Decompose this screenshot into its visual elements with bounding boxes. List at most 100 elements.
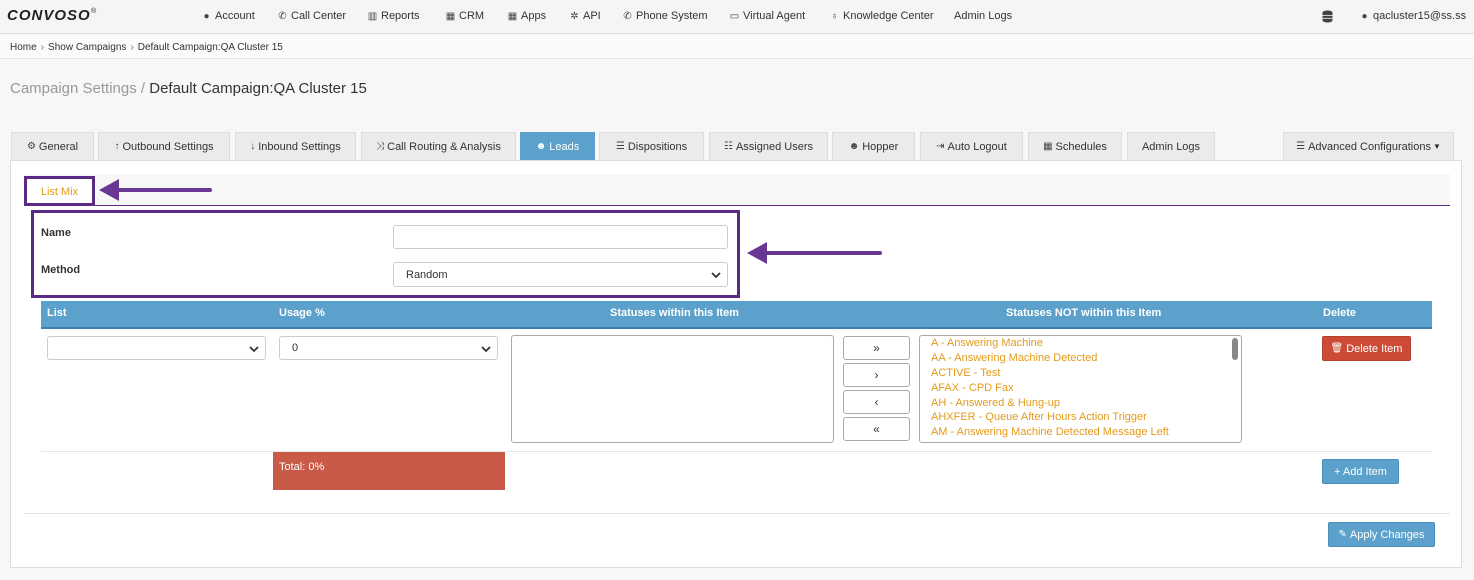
nav-reports[interactable]: ▥ Reports bbox=[367, 10, 420, 22]
listbox-scrollbar[interactable] bbox=[1232, 338, 1238, 360]
users-icon: ☻ bbox=[848, 141, 860, 152]
name-label: Name bbox=[41, 227, 71, 239]
tab-dispositions[interactable]: ☰ Dispositions bbox=[599, 132, 704, 160]
nav-admin-logs-label: Admin Logs bbox=[954, 10, 1013, 22]
nav-reports-label: Reports bbox=[381, 10, 420, 22]
nav-api-label: API bbox=[583, 10, 601, 22]
usage-select[interactable]: 0 bbox=[279, 336, 498, 360]
tab-leads[interactable]: ☻ Leads bbox=[520, 132, 595, 160]
lightbulb-icon: ♁ bbox=[830, 11, 839, 22]
nav-crm[interactable]: ▦ CRM bbox=[445, 10, 484, 22]
nav-call-center[interactable]: ✆ Call Center bbox=[277, 10, 346, 22]
tab-label: Assigned Users bbox=[735, 140, 813, 153]
nav-phone-system-label: Phone System bbox=[636, 10, 708, 22]
delete-item-label: Delete Item bbox=[1346, 342, 1403, 355]
tab-hopper[interactable]: ☻ Hopper bbox=[832, 132, 915, 160]
gear-icon: ✲ bbox=[570, 11, 579, 22]
move-right-button[interactable]: › bbox=[843, 363, 910, 387]
add-item-button[interactable]: + Add Item bbox=[1322, 459, 1399, 484]
chevron-down-icon bbox=[481, 346, 491, 353]
tab-label: Hopper bbox=[862, 140, 899, 153]
footer-divider bbox=[24, 513, 1450, 514]
nav-admin-logs[interactable]: Admin Logs bbox=[954, 10, 1012, 22]
gears-icon: ⚙ bbox=[26, 141, 36, 152]
status-option[interactable]: ACTIVE - Test bbox=[931, 367, 1000, 379]
table-icon: ▦ bbox=[445, 11, 456, 22]
breadcrumb-current: Default Campaign:QA Cluster 15 bbox=[137, 42, 283, 53]
arrow-up-icon: ↑ bbox=[114, 141, 120, 152]
annotation-arrow-shaft bbox=[765, 251, 882, 255]
list-icon: ☰ bbox=[1296, 141, 1306, 152]
logo[interactable]: CONVOSO bbox=[7, 7, 91, 24]
row-divider bbox=[41, 451, 1432, 452]
move-left-button[interactable]: ‹ bbox=[843, 390, 910, 414]
tab-label: Leads bbox=[549, 140, 580, 153]
tab-advanced-configurations[interactable]: ☰ Advanced Configurations ▼ bbox=[1283, 132, 1454, 160]
nav-account[interactable]: ● Account bbox=[201, 10, 254, 22]
tab-label: General bbox=[38, 140, 79, 153]
move-all-left-button[interactable]: « bbox=[843, 417, 910, 441]
usage-select-value: 0 bbox=[292, 342, 299, 354]
tab-auto-logout[interactable]: ⇥ Auto Logout bbox=[920, 132, 1023, 160]
annotation-arrow-head bbox=[99, 179, 119, 201]
header-delete: Delete bbox=[1323, 307, 1357, 319]
list-select[interactable] bbox=[47, 336, 266, 360]
tab-admin-logs[interactable]: Admin Logs bbox=[1127, 132, 1215, 160]
tab-general[interactable]: ⚙ General bbox=[11, 132, 94, 160]
phone-icon: ✆ bbox=[278, 11, 287, 22]
nav-apps[interactable]: ▦ Apps bbox=[507, 10, 546, 22]
page-title-campaign: Default Campaign:QA Cluster 15 bbox=[149, 80, 367, 97]
delete-item-button[interactable]: 🗑︎ Delete Item bbox=[1322, 336, 1411, 361]
tab-label: Admin Logs bbox=[1141, 140, 1201, 153]
status-option[interactable]: AFAX - CPD Fax bbox=[931, 382, 1014, 394]
table-header-underline bbox=[41, 327, 1432, 329]
apply-changes-button[interactable]: ✎ Apply Changes bbox=[1328, 522, 1435, 547]
header-statuses-not-within: Statuses NOT within this Item bbox=[1006, 307, 1162, 319]
status-option[interactable]: AA - Answering Machine Detected bbox=[931, 352, 1097, 364]
name-input[interactable] bbox=[393, 225, 728, 249]
header-statuses-within: Statuses within this Item bbox=[610, 307, 739, 319]
chevron-down-icon bbox=[711, 272, 721, 279]
status-option[interactable]: AM - Answering Machine Detected Message … bbox=[931, 426, 1169, 438]
top-navbar: CONVOSO ® ● Account ✆ Call Center ▥ Reports… bbox=[0, 0, 1474, 34]
tab-inbound-settings[interactable]: ↓ Inbound Settings bbox=[235, 132, 356, 160]
nav-api[interactable]: ✲ API bbox=[569, 10, 601, 22]
list-icon: ☰ bbox=[615, 141, 625, 152]
user-icon: ● bbox=[1361, 11, 1368, 22]
status-option[interactable]: AHXFER - Queue After Hours Action Trigge… bbox=[931, 411, 1147, 423]
database-icon[interactable] bbox=[1322, 10, 1333, 23]
nav-call-center-label: Call Center bbox=[291, 10, 347, 22]
nav-knowledge-center[interactable]: ♁ Knowledge Center bbox=[829, 10, 934, 22]
method-select-value: Random bbox=[406, 268, 448, 281]
breadcrumb-home[interactable]: Home bbox=[10, 42, 37, 53]
trash-icon: 🗑︎ bbox=[1330, 343, 1344, 354]
user-menu[interactable]: ● qacluster15@ss.ss bbox=[1359, 10, 1466, 22]
annotation-arrow-shaft bbox=[115, 188, 212, 192]
tab-label: Dispositions bbox=[627, 140, 688, 153]
breadcrumb: Home › Show Campaigns › Default Campaign:QA … bbox=[10, 42, 283, 53]
nav-virtual-agent[interactable]: ▭ Virtual Agent bbox=[729, 10, 805, 22]
nav-knowledge-center-label: Knowledge Center bbox=[843, 10, 934, 22]
usage-total-badge: Total: 0% bbox=[273, 452, 505, 490]
annotation-arrow-head bbox=[747, 242, 767, 264]
header-usage: Usage % bbox=[279, 307, 325, 319]
status-option[interactable]: AH - Answered & Hung-up bbox=[931, 397, 1060, 409]
tab-assigned-users[interactable]: ☷ Assigned Users bbox=[709, 132, 828, 160]
tab-label: Auto Logout bbox=[947, 140, 1007, 153]
breadcrumb-show-campaigns[interactable]: Show Campaigns bbox=[48, 42, 126, 53]
statuses-within-listbox[interactable] bbox=[511, 335, 834, 443]
tab-label: Inbound Settings bbox=[258, 140, 341, 153]
tab-outbound-settings[interactable]: ↑ Outbound Settings bbox=[98, 132, 230, 160]
method-select[interactable]: Random bbox=[393, 262, 728, 287]
tab-schedules[interactable]: ▦ Schedules bbox=[1028, 132, 1122, 160]
logo-registered-mark: ® bbox=[91, 8, 97, 15]
tab-call-routing-analysis[interactable]: ⤨ Call Routing & Analysis bbox=[361, 132, 516, 160]
user-icon: ● bbox=[203, 11, 210, 22]
status-option[interactable]: A - Answering Machine bbox=[931, 337, 1043, 349]
breadcrumb-separator: › bbox=[40, 42, 45, 53]
tab-label: Call Routing & Analysis bbox=[387, 140, 501, 153]
phone-icon: ✆ bbox=[623, 11, 632, 22]
move-all-right-button[interactable]: » bbox=[843, 336, 910, 360]
page-title-section: Campaign Settings / bbox=[10, 80, 146, 97]
nav-phone-system[interactable]: ✆ Phone System bbox=[622, 10, 708, 22]
